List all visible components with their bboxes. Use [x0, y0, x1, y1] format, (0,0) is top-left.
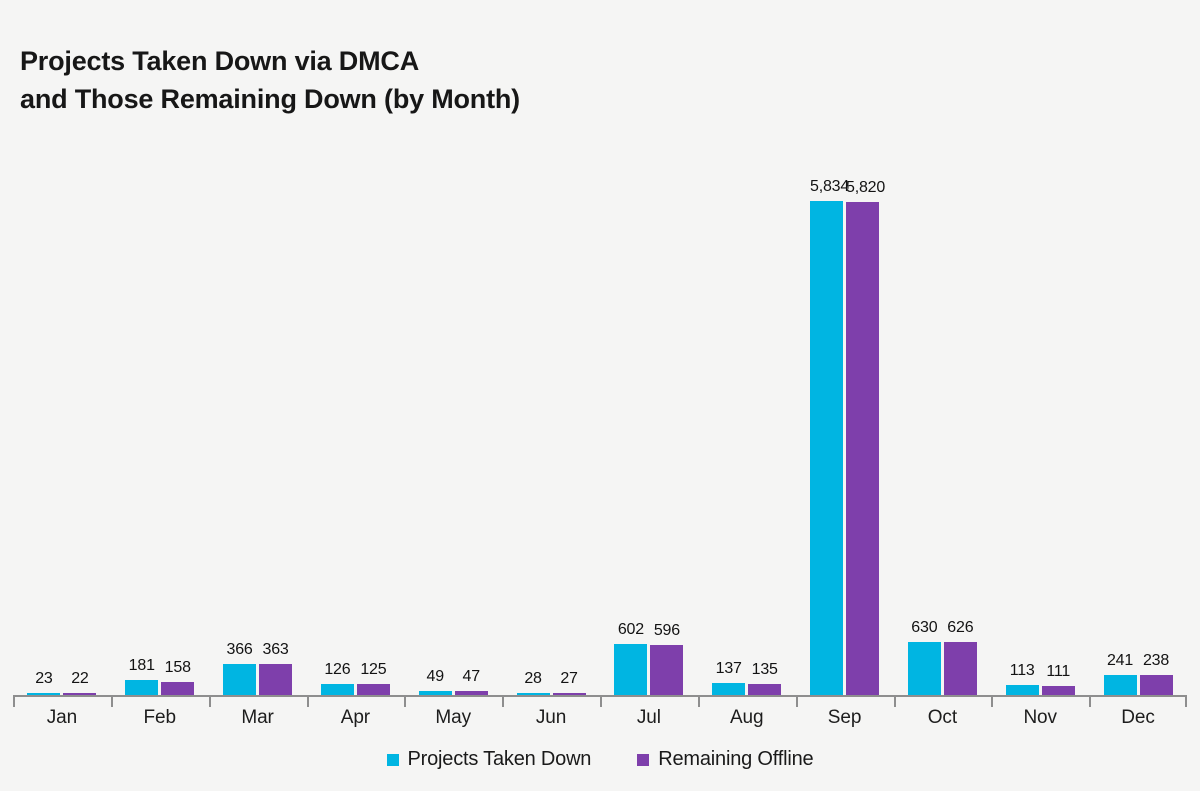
- bar-pair: 113 111: [1005, 662, 1075, 695]
- bar-oct-series1[interactable]: [907, 641, 941, 695]
- axis-tick: [600, 697, 602, 707]
- bar-group: 602 596: [600, 150, 698, 695]
- x-label-may: May: [435, 707, 472, 728]
- x-label-jul: Jul: [636, 707, 661, 728]
- bar-group: 241 238: [1089, 150, 1187, 695]
- axis-tick: [13, 697, 15, 707]
- x-label-sep: Sep: [827, 707, 862, 728]
- bar-pair: 602 596: [614, 621, 684, 695]
- bar-value-label: 5,834: [810, 178, 850, 195]
- bar-nov-series2[interactable]: [1041, 685, 1075, 695]
- bar-value-label: 626: [947, 619, 974, 636]
- bar-jul-series2[interactable]: [650, 644, 684, 695]
- x-label-feb: Feb: [143, 707, 177, 728]
- legend-swatch-icon: [386, 753, 399, 766]
- axis-tick: [306, 697, 309, 707]
- axis-tick: [1089, 697, 1092, 707]
- bar-pair: 137 135: [712, 660, 782, 695]
- bar-pair: 630 626: [907, 619, 977, 695]
- legend-swatch-icon: [637, 753, 650, 766]
- axis-tick: [697, 697, 700, 707]
- bar-value-label: 126: [324, 661, 351, 679]
- bar-apr-series2[interactable]: [356, 684, 390, 695]
- bar-value-label: 596: [653, 621, 680, 639]
- plot-area: 23 22 181 158 366 363 126 125 49 47 28 27 602 596 137 1…: [13, 150, 1187, 707]
- bar-feb-series1[interactable]: [125, 679, 159, 695]
- bar-value-label: 111: [1046, 662, 1071, 680]
- chart-title: Projects Taken Down via DMCA and Those R…: [20, 46, 520, 115]
- bar-value-label: 125: [360, 661, 387, 679]
- bar-group: 366 363: [209, 150, 307, 695]
- bar-value-label: 158: [164, 658, 191, 676]
- bar-pair: 181 158: [125, 657, 195, 695]
- legend-label: Projects Taken Down: [407, 748, 592, 770]
- bar-aug-series2[interactable]: [748, 683, 782, 695]
- bar-sep-series2[interactable]: [846, 202, 880, 695]
- bar-pair: 5,834 5,820: [810, 178, 885, 695]
- bar-group: 49 47: [404, 150, 502, 695]
- axis-tick: [404, 697, 407, 707]
- bar-value-label: 241: [1106, 651, 1134, 669]
- bar-jul-series1[interactable]: [614, 644, 648, 695]
- bar-value-label: 22: [71, 670, 89, 688]
- bar-dec-series2[interactable]: [1139, 674, 1173, 695]
- bar-mar-series1[interactable]: [223, 664, 257, 695]
- bar-value-label: 113: [1009, 662, 1035, 680]
- x-label-apr: Apr: [340, 707, 371, 728]
- bar-apr-series1[interactable]: [320, 684, 354, 695]
- bar-value-label: 47: [462, 668, 481, 686]
- x-label-oct: Oct: [927, 707, 957, 728]
- bar-dec-series1[interactable]: [1103, 674, 1137, 695]
- bar-oct-series2[interactable]: [943, 642, 977, 695]
- bar-pair: 241 238: [1103, 652, 1173, 695]
- bar-value-label: 135: [751, 660, 778, 678]
- legend-item-series2[interactable]: Remaining Offline: [637, 748, 814, 771]
- x-label-aug: Aug: [729, 707, 764, 728]
- bar-value-label: 28: [524, 669, 542, 687]
- bar-pair: 126 125: [320, 661, 390, 695]
- bar-groups: 23 22 181 158 366 363 126 125 49 47 28 27 602 596 137 1…: [13, 150, 1187, 695]
- bar-value-label: 630: [911, 618, 938, 636]
- bar-group: 5,834 5,820: [796, 150, 894, 695]
- axis-tick: [110, 697, 113, 707]
- x-label-dec: Dec: [1121, 707, 1155, 728]
- bar-value-label: 238: [1142, 651, 1170, 669]
- bar-value-label: 137: [715, 660, 742, 678]
- axis-tick: [795, 697, 798, 707]
- bar-feb-series2[interactable]: [161, 681, 195, 695]
- x-label-mar: Mar: [241, 707, 274, 728]
- axis-tick: [1185, 697, 1187, 707]
- axis-tick: [991, 697, 994, 707]
- bar-sep-series1[interactable]: [810, 201, 844, 695]
- axis-tick: [208, 697, 211, 707]
- bar-value-label: 23: [35, 670, 53, 688]
- bar-pair: 366 363: [223, 641, 293, 695]
- bar-value-label: 363: [262, 641, 289, 659]
- bar-value-label: 366: [226, 641, 253, 659]
- bar-value-label: 49: [426, 667, 445, 685]
- bar-group: 126 125: [306, 150, 404, 695]
- bar-group: 137 135: [698, 150, 796, 695]
- legend-item-series1[interactable]: Projects Taken Down: [386, 748, 592, 771]
- axis-tick: [893, 697, 896, 707]
- bar-aug-series1[interactable]: [712, 683, 746, 695]
- bar-value-label: 181: [128, 656, 155, 674]
- bar-value-label: 602: [617, 621, 644, 639]
- bar-value-label: 5,820: [846, 179, 886, 197]
- axis-tick: [502, 697, 505, 707]
- bar-nov-series1[interactable]: [1005, 685, 1039, 695]
- bar-group: 23 22: [13, 150, 111, 695]
- x-label-jan: Jan: [46, 707, 78, 728]
- chart-legend: Projects Taken Down Remaining Offline: [0, 748, 1200, 771]
- bar-group: 630 626: [893, 150, 991, 695]
- bar-group: 181 158: [111, 150, 209, 695]
- bar-mar-series2[interactable]: [259, 664, 293, 695]
- x-label-nov: Nov: [1023, 707, 1057, 728]
- bar-value-label: 27: [560, 669, 578, 687]
- legend-label: Remaining Offline: [658, 748, 814, 770]
- bar-group: 113 111: [991, 150, 1089, 695]
- x-axis-category-labels: Jan Feb Mar Apr May Jun Jul Aug Sep Oct Nov Dec: [13, 707, 1187, 729]
- bar-group: 28 27: [502, 150, 600, 695]
- x-label-jun: Jun: [535, 707, 567, 728]
